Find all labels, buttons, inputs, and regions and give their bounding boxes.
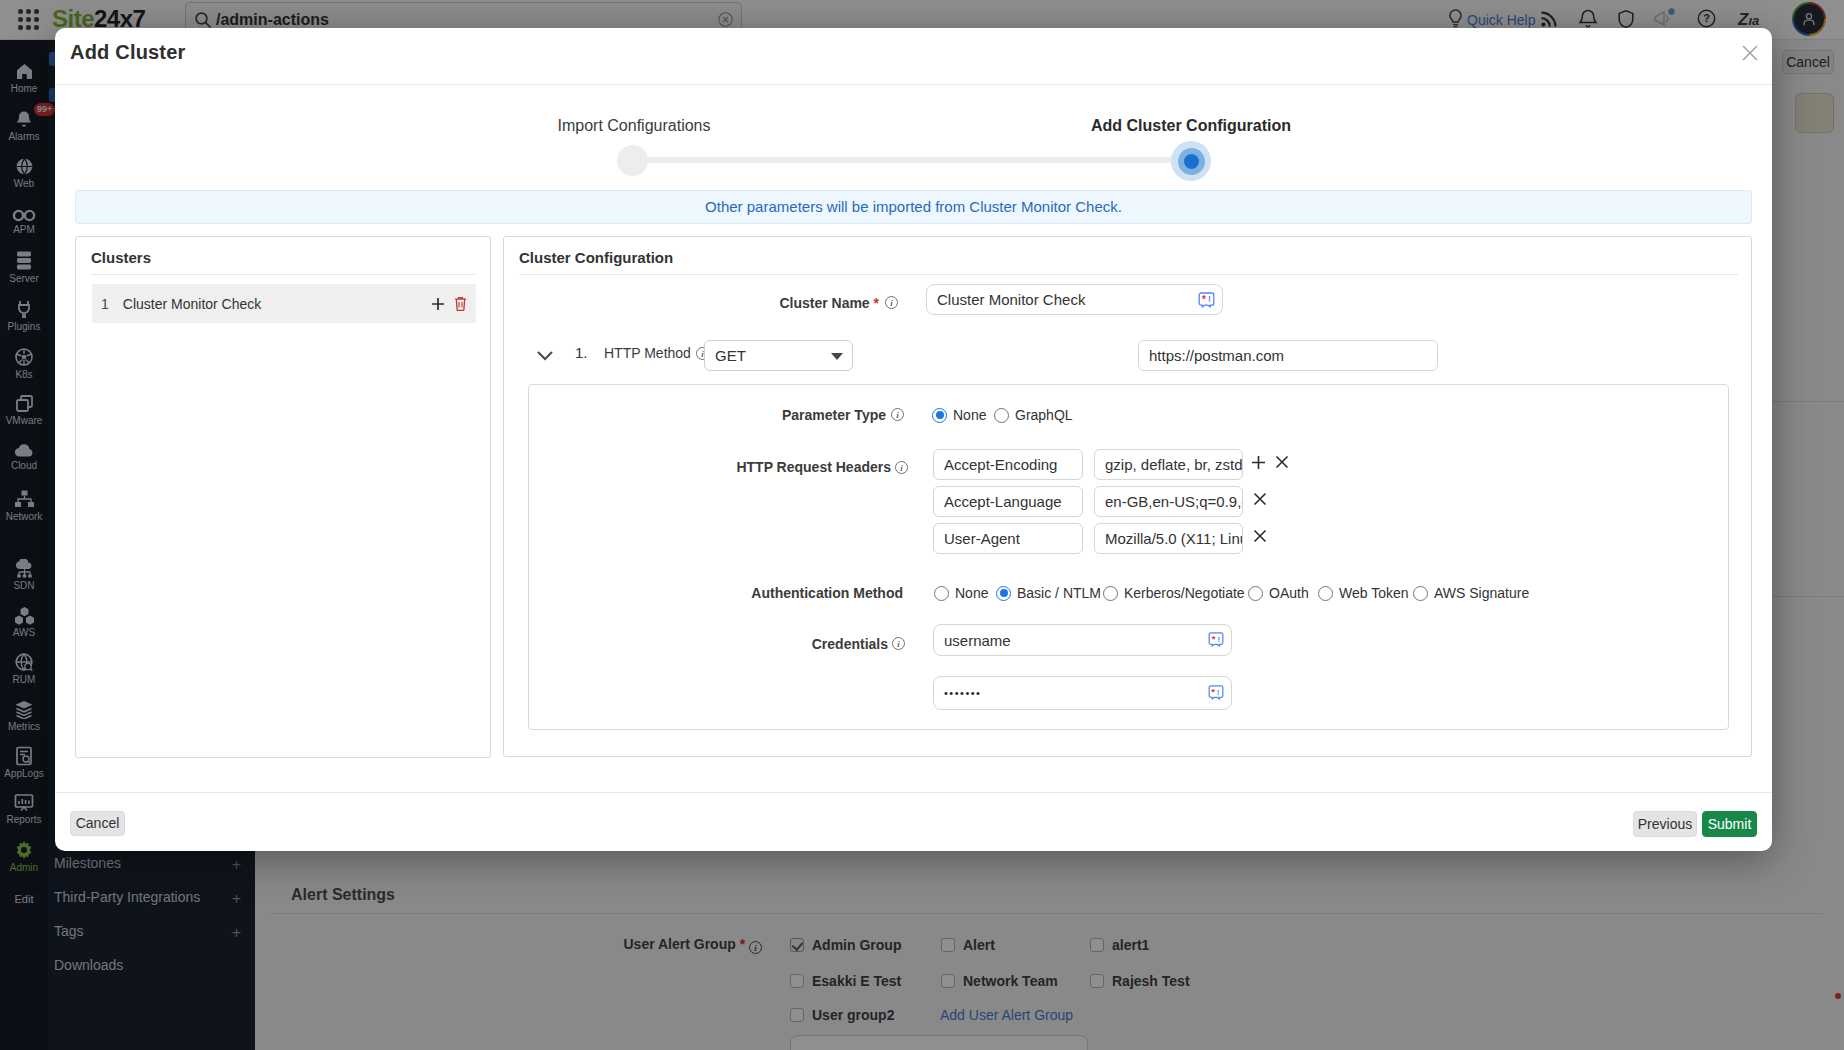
autofill-vault-icon: *! — [1198, 292, 1215, 311]
header-value-input-2[interactable]: en-GB,en-US;q=0.9,en; — [1094, 486, 1243, 517]
info-banner: Other parameters will be imported from C… — [75, 190, 1752, 224]
delete-cluster-item-icon[interactable] — [454, 296, 467, 315]
request-settings-box: Parameter Type i None GraphQL HTTP Reque… — [528, 384, 1729, 730]
collapse-chevron-icon[interactable] — [537, 347, 553, 365]
config-panel-divider — [519, 274, 1738, 275]
header-name-input-1[interactable]: Accept-Encoding — [933, 449, 1083, 480]
modal-cancel-button[interactable]: Cancel — [70, 811, 125, 836]
http-request-headers-info-icon[interactable]: i — [895, 461, 908, 474]
step1-dot[interactable] — [617, 145, 648, 176]
http-method-label: HTTP Method — [604, 345, 691, 361]
svg-text:*: * — [1212, 634, 1216, 644]
submit-button[interactable]: Submit — [1702, 811, 1757, 837]
authentication-method-label: Authentication Method — [703, 585, 903, 601]
svg-text:!: ! — [1217, 635, 1220, 644]
stepper-track — [632, 157, 1192, 163]
modal-close-icon[interactable] — [1741, 44, 1761, 64]
cluster-item-name: Cluster Monitor Check — [123, 296, 262, 312]
add-cluster-item-icon[interactable] — [431, 297, 445, 315]
autofill-vault-icon: *! — [1208, 685, 1224, 702]
modal-title: Add Cluster — [70, 41, 186, 64]
config-panel-title: Cluster Configuration — [519, 249, 673, 266]
svg-text:!: ! — [1208, 294, 1211, 304]
username-input[interactable]: username *! — [933, 624, 1232, 656]
modal-header-divider — [55, 84, 1772, 85]
modal-footer-divider — [55, 792, 1772, 793]
parameter-type-label: Parameter Type — [738, 407, 886, 423]
autofill-vault-icon: *! — [1208, 632, 1224, 650]
remove-header-icon-3[interactable] — [1253, 529, 1267, 547]
http-request-headers-label: HTTP Request Headers — [691, 459, 891, 475]
cluster-list-item[interactable]: 1 Cluster Monitor Check — [92, 284, 476, 323]
param-radio-none[interactable]: None — [932, 407, 986, 423]
add-cluster-modal: Add Cluster Import Configurations Add Cl… — [55, 28, 1772, 851]
cluster-item-index: 1 — [101, 296, 109, 312]
auth-radio-none[interactable]: None — [934, 585, 988, 601]
row-index: 1. — [575, 344, 588, 361]
auth-radio-web-token[interactable]: Web Token — [1318, 585, 1409, 601]
remove-header-icon-1[interactable] — [1275, 455, 1289, 473]
cluster-name-info-icon[interactable]: i — [885, 296, 898, 309]
header-value-input-1[interactable]: gzip, deflate, br, zstd — [1094, 449, 1243, 480]
clusters-panel-title: Clusters — [91, 249, 151, 266]
auth-radio-kerberos[interactable]: Kerberos/Negotiate — [1103, 585, 1245, 601]
header-value-input-3[interactable]: Mozilla/5.0 (X11; Linux x — [1094, 523, 1243, 554]
header-name-input-3[interactable]: User-Agent — [933, 523, 1083, 554]
step2-dot[interactable] — [1171, 141, 1211, 181]
remove-header-icon-2[interactable] — [1253, 492, 1267, 510]
auth-radio-aws-signature[interactable]: AWS Signature — [1413, 585, 1529, 601]
credentials-label: Credentials — [738, 636, 888, 652]
password-input[interactable]: ••••••• *! — [933, 676, 1232, 710]
previous-button[interactable]: Previous — [1633, 811, 1697, 837]
auth-radio-oauth[interactable]: OAuth — [1248, 585, 1309, 601]
svg-text:*: * — [1211, 687, 1216, 697]
clusters-panel: Clusters 1 Cluster Monitor Check — [75, 236, 491, 758]
step2-label: Add Cluster Configuration — [1071, 117, 1311, 135]
cluster-name-label: Cluster Name * — [719, 295, 879, 311]
clusters-panel-divider — [91, 274, 475, 275]
auth-radio-basic-ntlm[interactable]: Basic / NTLM — [996, 585, 1101, 601]
cluster-config-panel: Cluster Configuration Cluster Name * i C… — [503, 236, 1752, 757]
credentials-info-icon[interactable]: i — [892, 637, 905, 650]
cluster-name-input[interactable]: Cluster Monitor Check *! — [926, 284, 1223, 315]
param-radio-graphql[interactable]: GraphQL — [994, 407, 1073, 423]
url-input[interactable]: https://postman.com — [1138, 340, 1438, 371]
header-name-input-2[interactable]: Accept-Language — [933, 486, 1083, 517]
http-method-select[interactable]: GET — [704, 340, 853, 371]
select-caret-icon — [831, 353, 843, 360]
parameter-type-info-icon[interactable]: i — [891, 408, 904, 421]
svg-text:!: ! — [1217, 688, 1221, 697]
svg-text:*: * — [1202, 293, 1206, 304]
add-header-icon[interactable] — [1251, 455, 1266, 474]
step1-label: Import Configurations — [514, 117, 754, 135]
